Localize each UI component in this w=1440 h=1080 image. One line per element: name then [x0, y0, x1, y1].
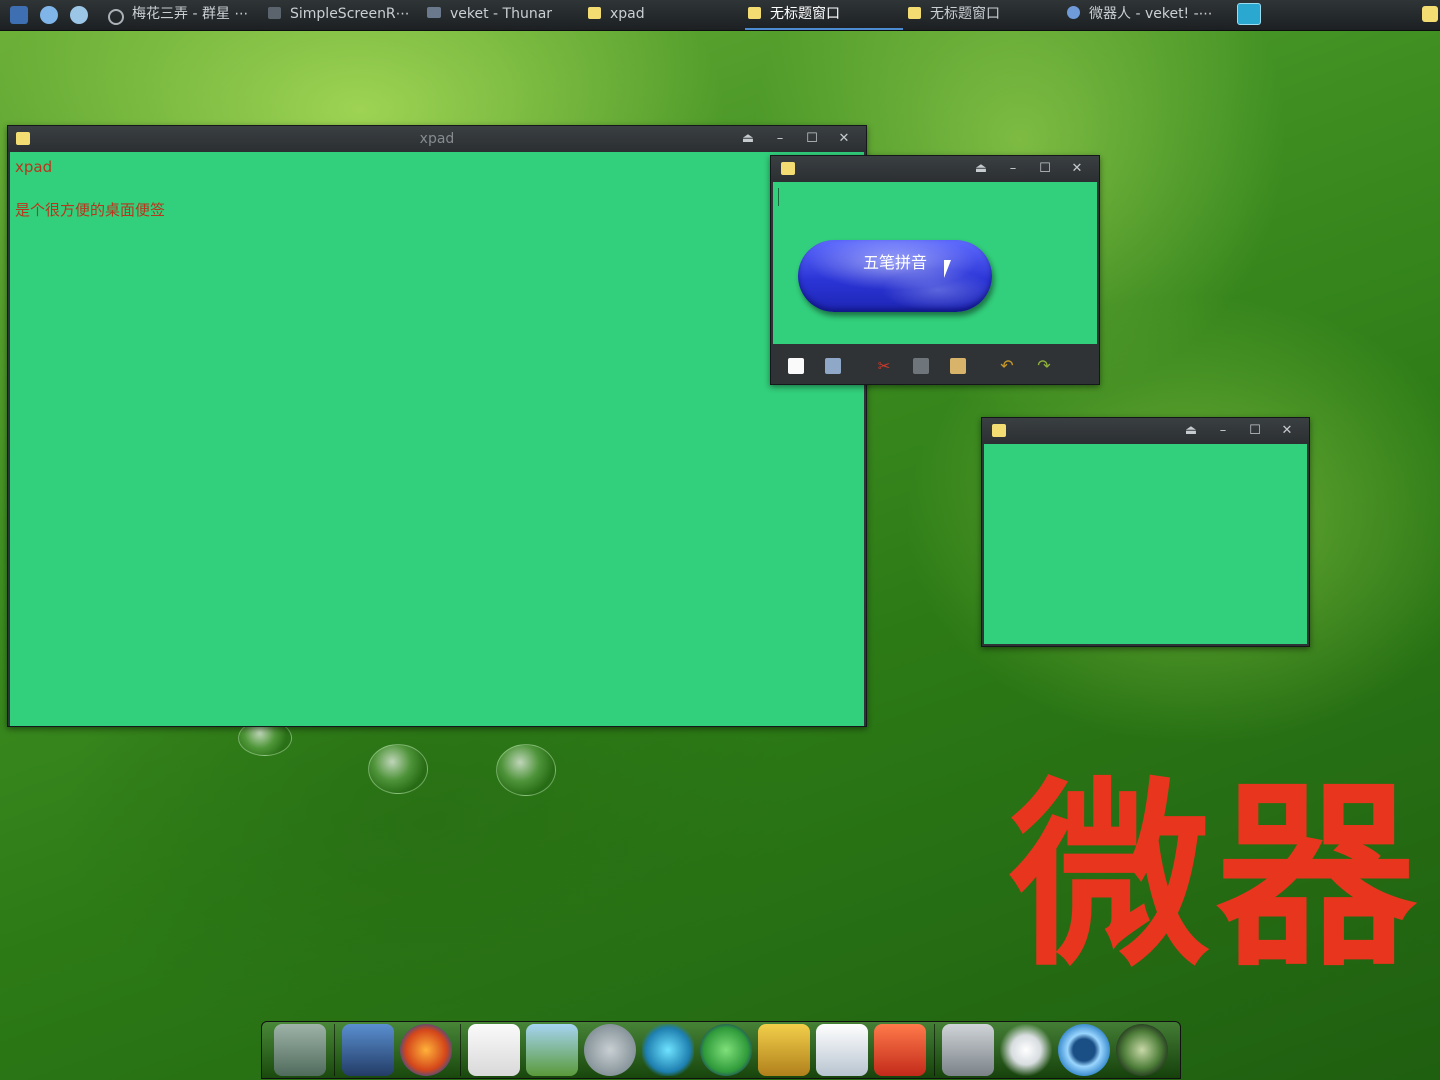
eject-icon[interactable]: ⏏ — [732, 126, 764, 152]
task-xpad[interactable]: xpad — [588, 0, 728, 30]
task-untitled-1[interactable]: 无标题窗口 — [745, 0, 903, 30]
eject-icon[interactable]: ⏏ — [1175, 418, 1207, 444]
computer-icon[interactable] — [342, 1024, 394, 1076]
task-thunar[interactable]: veket - Thunar — [427, 0, 567, 30]
browser-icon — [1067, 6, 1080, 19]
show-desktop-icon[interactable] — [1237, 3, 1261, 25]
paste-icon[interactable] — [950, 358, 966, 374]
desktop-icon[interactable] — [274, 1024, 326, 1076]
task-label: 梅花三弄 - 群星 ⋯ — [132, 6, 249, 22]
note-icon — [781, 162, 795, 175]
note-text-area[interactable] — [984, 444, 1307, 644]
window-titlebar[interactable]: xpad ⏏ – ☐ ✕ — [8, 126, 866, 152]
maximize-icon[interactable]: ☐ — [1239, 418, 1271, 444]
note-toolbar: ✂ ↶ ↷ — [773, 348, 1097, 384]
top-taskbar: 梅花三弄 - 群星 ⋯ SimpleScreenR⋯ veket - Thuna… — [0, 0, 1440, 31]
record-icon[interactable] — [108, 9, 124, 25]
monitor-icon[interactable] — [816, 1024, 868, 1076]
image-viewer-icon[interactable] — [526, 1024, 578, 1076]
minimize-icon[interactable]: – — [764, 126, 796, 152]
atom-icon[interactable] — [642, 1024, 694, 1076]
wallpaper-text: 微器 — [1010, 761, 1423, 994]
shutdown-icon[interactable] — [1058, 1024, 1110, 1076]
redo-icon[interactable]: ↷ — [1036, 358, 1052, 374]
task-browser[interactable]: 微器人 - veket! -⋯ — [1067, 0, 1227, 30]
recorder-icon — [268, 6, 281, 19]
audio-player-icon[interactable] — [584, 1024, 636, 1076]
note-text-area[interactable]: xpad 是个很方便的桌面便签 — [10, 152, 864, 726]
minimize-icon[interactable]: – — [997, 156, 1029, 182]
window-titlebar[interactable]: ⏏ – ☐ ✕ — [982, 418, 1309, 444]
cut-icon[interactable]: ✂ — [876, 358, 892, 374]
file-manager-icon[interactable] — [758, 1024, 810, 1076]
water-droplet — [496, 744, 556, 796]
note-icon — [992, 424, 1006, 437]
maximize-icon[interactable]: ☐ — [796, 126, 828, 152]
firefox-icon[interactable] — [400, 1024, 452, 1076]
input-method-label: 五笔拼音 — [862, 253, 927, 272]
globe-icon[interactable] — [1116, 1024, 1168, 1076]
drive-icon[interactable] — [942, 1024, 994, 1076]
bottom-dock — [261, 1021, 1181, 1079]
window-titlebar[interactable]: ⏏ – ☐ ✕ — [771, 156, 1099, 182]
xpad-empty-window: ⏏ – ☐ ✕ — [981, 417, 1310, 647]
print-icon[interactable] — [825, 358, 841, 374]
note-icon — [908, 6, 921, 19]
water-droplet — [368, 744, 428, 794]
menu-icon[interactable] — [10, 6, 28, 24]
input-method-button[interactable]: 五笔拼音 — [798, 240, 992, 312]
close-icon[interactable]: ✕ — [828, 126, 860, 152]
task-label: SimpleScreenR⋯ — [290, 6, 410, 22]
settings-icon[interactable] — [1000, 1024, 1052, 1076]
copy-icon[interactable] — [913, 358, 929, 374]
media-player-icon[interactable] — [700, 1024, 752, 1076]
xpad-button-window: ⏏ – ☐ ✕ 五笔拼音 ✂ ↶ ↷ — [770, 155, 1100, 385]
maximize-icon[interactable]: ☐ — [1029, 156, 1061, 182]
tray-note-icon[interactable] — [1422, 6, 1438, 22]
note-icon — [588, 6, 601, 19]
undo-icon[interactable]: ↶ — [999, 358, 1015, 374]
note-line: xpad — [15, 158, 53, 176]
task-label: xpad — [610, 6, 645, 22]
text-editor-icon[interactable] — [468, 1024, 520, 1076]
task-label: veket - Thunar — [450, 6, 553, 22]
text-caret — [778, 188, 779, 206]
new-note-icon[interactable] — [788, 358, 804, 374]
note-line: 是个很方便的桌面便签 — [15, 201, 166, 219]
task-label: 无标题窗口 — [930, 6, 1000, 22]
task-music[interactable]: 梅花三弄 - 群星 ⋯ — [132, 0, 262, 30]
mouse-pointer-icon — [944, 260, 958, 278]
note-icon — [748, 6, 761, 19]
xpad-main-window: xpad ⏏ – ☐ ✕ xpad 是个很方便的桌面便签 — [7, 125, 867, 727]
note-text-area[interactable]: 五笔拼音 — [773, 182, 1097, 344]
close-icon[interactable]: ✕ — [1061, 156, 1093, 182]
network-icon[interactable] — [70, 6, 88, 24]
close-icon[interactable]: ✕ — [1271, 418, 1303, 444]
folder-icon — [427, 7, 441, 18]
task-untitled-2[interactable]: 无标题窗口 — [908, 0, 1058, 30]
rocket-icon[interactable] — [874, 1024, 926, 1076]
minimize-icon[interactable]: – — [1207, 418, 1239, 444]
task-label: 微器人 - veket! -⋯ — [1089, 6, 1213, 22]
eject-icon[interactable]: ⏏ — [965, 156, 997, 182]
task-label: 无标题窗口 — [770, 6, 840, 22]
clock-icon[interactable] — [40, 6, 58, 24]
task-screenrecorder[interactable]: SimpleScreenR⋯ — [268, 0, 418, 30]
